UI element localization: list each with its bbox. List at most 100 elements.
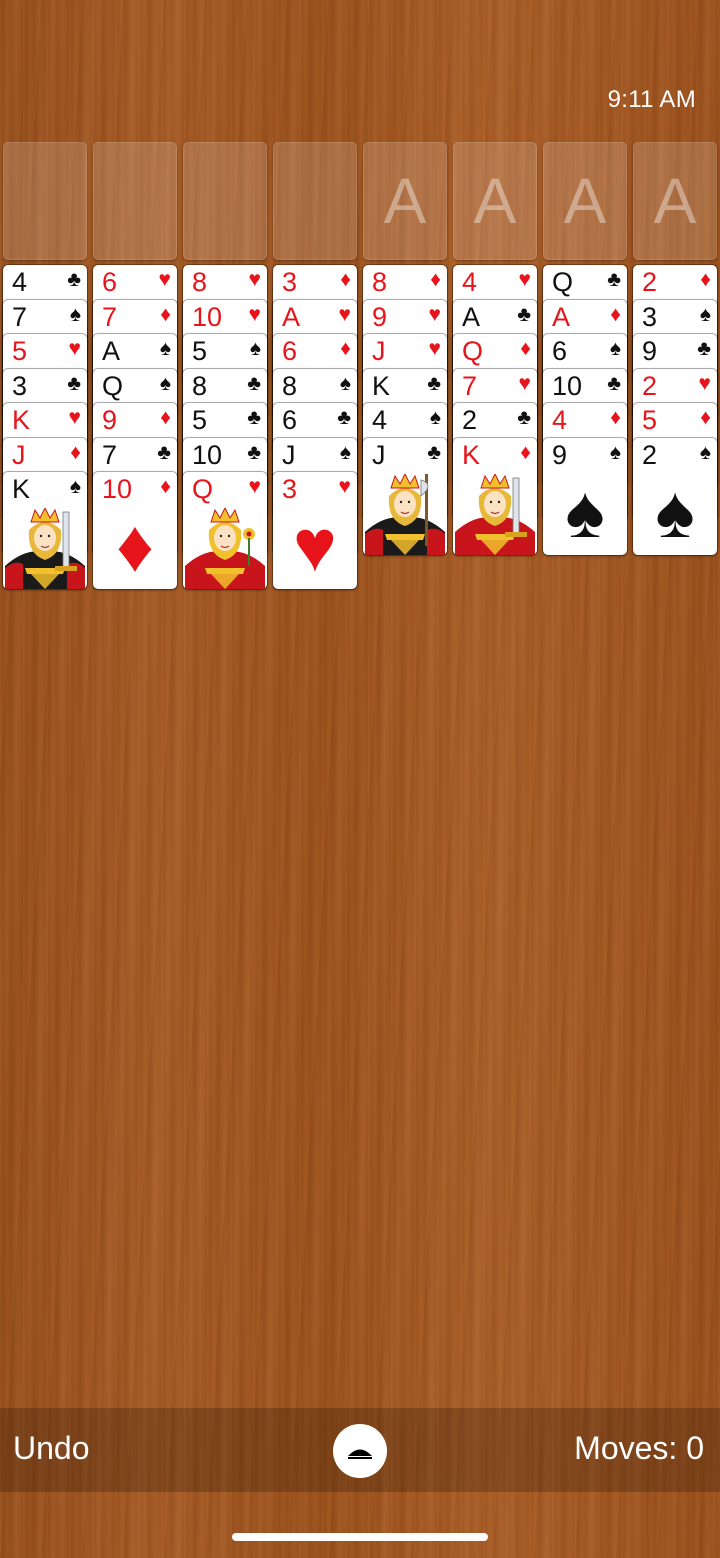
card-2-of-spades[interactable]: 2 ♠ ♠ — [633, 437, 717, 555]
club-icon: ♣ — [607, 268, 621, 291]
card-rank: Q — [102, 370, 124, 401]
card-rank: K — [12, 405, 31, 435]
spade-icon: ♠ — [69, 475, 81, 498]
club-icon: ♣ — [427, 440, 441, 464]
card-rank: 10 — [192, 301, 223, 332]
card-rank: K — [462, 439, 481, 470]
card-rank: A — [462, 301, 481, 332]
foundation-4[interactable]: A — [633, 142, 717, 260]
heart-icon: ♥ — [68, 406, 81, 429]
card-rank: 8 — [192, 370, 208, 401]
card-3-of-hearts[interactable]: 3 ♥ ♥ — [273, 472, 357, 589]
card-rank: A — [282, 301, 301, 332]
card-9-of-spades[interactable]: 9 ♠ ♠ — [543, 437, 627, 555]
card-rank: 7 — [462, 370, 478, 401]
club-icon: ♣ — [517, 302, 531, 326]
heart-icon: ♥ — [248, 475, 261, 498]
queen-portrait-icon — [183, 506, 267, 589]
jack-portrait-icon — [363, 472, 447, 555]
card-rank: 4 — [12, 267, 28, 297]
free-cell-2[interactable] — [93, 142, 177, 260]
foundation-1[interactable]: A — [363, 142, 447, 260]
spade-pip-icon: ♠ — [655, 469, 695, 553]
card-rank: 8 — [372, 267, 388, 297]
card-rank: Q — [192, 474, 214, 504]
spade-icon: ♠ — [339, 371, 351, 395]
card-rank: 2 — [462, 405, 478, 435]
king-portrait-icon — [3, 506, 87, 589]
heart-icon: ♥ — [428, 337, 441, 360]
spade-icon: ♠ — [159, 371, 171, 395]
card-king-of-diamonds[interactable]: K ♦ — [453, 437, 537, 555]
card-rank: 3 — [282, 474, 298, 504]
club-icon: ♣ — [157, 440, 171, 464]
club-icon: ♣ — [67, 268, 81, 291]
club-icon: ♣ — [697, 337, 711, 360]
card-rank: 10 — [102, 474, 133, 504]
status-time: 9:11 AM — [607, 86, 696, 113]
spade-icon: ♠ — [429, 406, 441, 429]
card-rank: 5 — [192, 405, 208, 435]
card-rank: 4 — [372, 405, 388, 435]
free-cell-3[interactable] — [183, 142, 267, 260]
card-rank: 6 — [282, 336, 298, 366]
card-rank: 5 — [12, 336, 28, 366]
menu-button[interactable] — [333, 1424, 387, 1478]
card-queen-of-hearts[interactable]: Q ♥ — [183, 472, 267, 589]
diamond-icon: ♦ — [700, 406, 711, 429]
diamond-icon: ♦ — [520, 440, 531, 464]
club-icon: ♣ — [517, 406, 531, 429]
card-rank: 9 — [102, 405, 118, 435]
card-rank: 6 — [102, 267, 118, 297]
spade-icon: ♠ — [699, 440, 711, 464]
home-indicator[interactable] — [232, 1533, 488, 1541]
heart-icon: ♥ — [158, 268, 171, 291]
free-cell-1[interactable] — [3, 142, 87, 260]
spade-icon: ♠ — [609, 440, 621, 464]
moves-counter: Moves: 0 — [574, 1430, 704, 1466]
heart-icon: ♥ — [338, 302, 351, 326]
card-rank: 3 — [12, 370, 28, 401]
spade-icon: ♠ — [249, 337, 261, 360]
spade-icon: ♠ — [339, 440, 351, 464]
card-rank: 2 — [642, 370, 658, 401]
club-icon: ♣ — [607, 371, 621, 395]
chevron-up-icon — [348, 1449, 372, 1459]
heart-icon: ♥ — [248, 302, 261, 326]
diamond-pip-icon: ♦ — [116, 504, 154, 587]
card-10-of-diamonds[interactable]: 10 ♦ ♦ — [93, 472, 177, 589]
card-rank: 2 — [642, 267, 658, 297]
card-rank: 4 — [552, 405, 568, 435]
card-rank: 9 — [372, 301, 388, 332]
card-rank: Q — [552, 267, 574, 297]
diamond-icon: ♦ — [430, 268, 441, 291]
spade-pip-icon: ♠ — [565, 469, 605, 553]
diamond-icon: ♦ — [340, 268, 351, 291]
club-icon: ♣ — [247, 371, 261, 395]
card-rank: J — [372, 439, 386, 470]
card-king-of-spades[interactable]: K ♠ — [3, 472, 87, 589]
diamond-icon: ♦ — [610, 406, 621, 429]
heart-icon: ♥ — [338, 475, 351, 498]
spade-icon: ♠ — [159, 337, 171, 360]
card-rank: 8 — [282, 370, 298, 401]
diamond-icon: ♦ — [700, 268, 711, 291]
bottom-bar: Undo Moves: 0 — [0, 1408, 720, 1492]
card-jack-of-clubs[interactable]: J ♣ — [363, 437, 447, 555]
diamond-icon: ♦ — [610, 302, 621, 326]
card-rank: 3 — [282, 267, 298, 297]
free-cell-4[interactable] — [273, 142, 357, 260]
card-rank: 5 — [642, 405, 658, 435]
heart-icon: ♥ — [68, 337, 81, 360]
club-icon: ♣ — [427, 371, 441, 395]
diamond-icon: ♦ — [340, 337, 351, 360]
king-portrait-icon — [453, 472, 537, 555]
undo-button[interactable]: Undo — [13, 1430, 90, 1467]
club-icon: ♣ — [67, 371, 81, 395]
diamond-icon: ♦ — [70, 440, 81, 464]
foundation-3[interactable]: A — [543, 142, 627, 260]
diamond-icon: ♦ — [520, 337, 531, 360]
foundation-2[interactable]: A — [453, 142, 537, 260]
card-rank: 9 — [552, 439, 568, 470]
spade-icon: ♠ — [69, 302, 81, 326]
